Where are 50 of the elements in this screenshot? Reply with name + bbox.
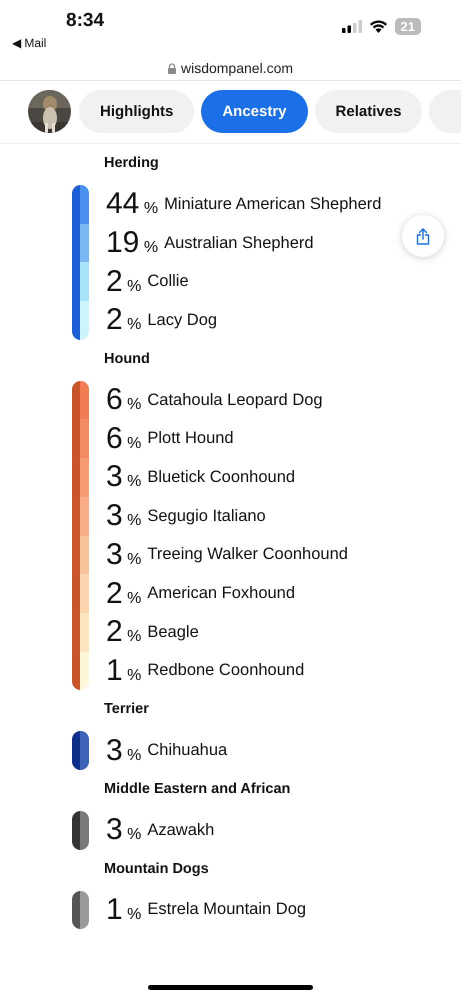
breed-percent: 3% (106, 499, 142, 534)
share-button[interactable] (402, 215, 444, 257)
signal-icon (342, 20, 362, 32)
back-link[interactable]: ◀ Mail (12, 36, 104, 50)
group-heading: Middle Eastern and African (103, 780, 292, 799)
breed-name: Chihuahua (147, 741, 228, 760)
breed-name: Bluetick Coonhound (147, 468, 296, 487)
breed-bar (72, 810, 89, 850)
breed-name: Australian Shepherd (164, 234, 314, 253)
group-heading: Hound (103, 350, 151, 369)
breed-percent: 1% (106, 892, 142, 927)
share-icon (416, 228, 430, 244)
breed-name: American Foxhound (147, 584, 296, 604)
url-text: wisdompanel.com (180, 60, 294, 76)
breed-percent: 19% (106, 226, 158, 260)
group-heading: Mountain Dogs (103, 860, 210, 879)
battery-level: 21 (394, 18, 421, 34)
breed-percent: 3% (106, 460, 142, 494)
breed-percent: 2% (106, 303, 142, 338)
breed-name: Plott Hound (147, 429, 234, 448)
breed-name: Segugio Italiano (147, 506, 266, 526)
breed-percent: 3% (106, 734, 142, 768)
breed-name: Miniature American Shepherd (164, 194, 382, 214)
tab[interactable]: Relatives (314, 90, 422, 132)
breed-bar (72, 731, 89, 770)
breed-percent: 2% (106, 576, 142, 611)
breed-percent: 3% (106, 813, 142, 848)
breed-name: Collie (147, 272, 189, 292)
wifi-icon (368, 19, 388, 33)
breed-percent: 6% (106, 422, 142, 456)
breed-name: Treeing Walker Coonhound (147, 545, 348, 564)
breed-name: Azawakh (147, 820, 214, 840)
breed-name: Redbone Coonhound (147, 661, 304, 680)
breed-percent: 1% (106, 654, 142, 688)
lock-icon (168, 62, 176, 74)
breed-name: Catahoula Leopard Dog (147, 390, 323, 410)
breed-percent: 2% (106, 615, 142, 650)
breed-name: Beagle (147, 622, 199, 642)
tab[interactable]: Highlights (79, 90, 194, 132)
tab[interactable]: Ancestry (201, 90, 308, 132)
breed-name: Estrela Mountain Dog (147, 900, 306, 920)
group-heading: Herding (103, 154, 160, 173)
breed-percent: 6% (106, 383, 142, 418)
breed-bar (72, 890, 89, 930)
breed-percent: 44% (106, 187, 158, 222)
breed-percent: 2% (106, 264, 142, 299)
breed-name: Lacy Dog (147, 310, 218, 330)
group-heading: Terrier (103, 700, 150, 720)
breed-percent: 3% (106, 538, 142, 572)
status-time: 8:34 (66, 10, 104, 32)
